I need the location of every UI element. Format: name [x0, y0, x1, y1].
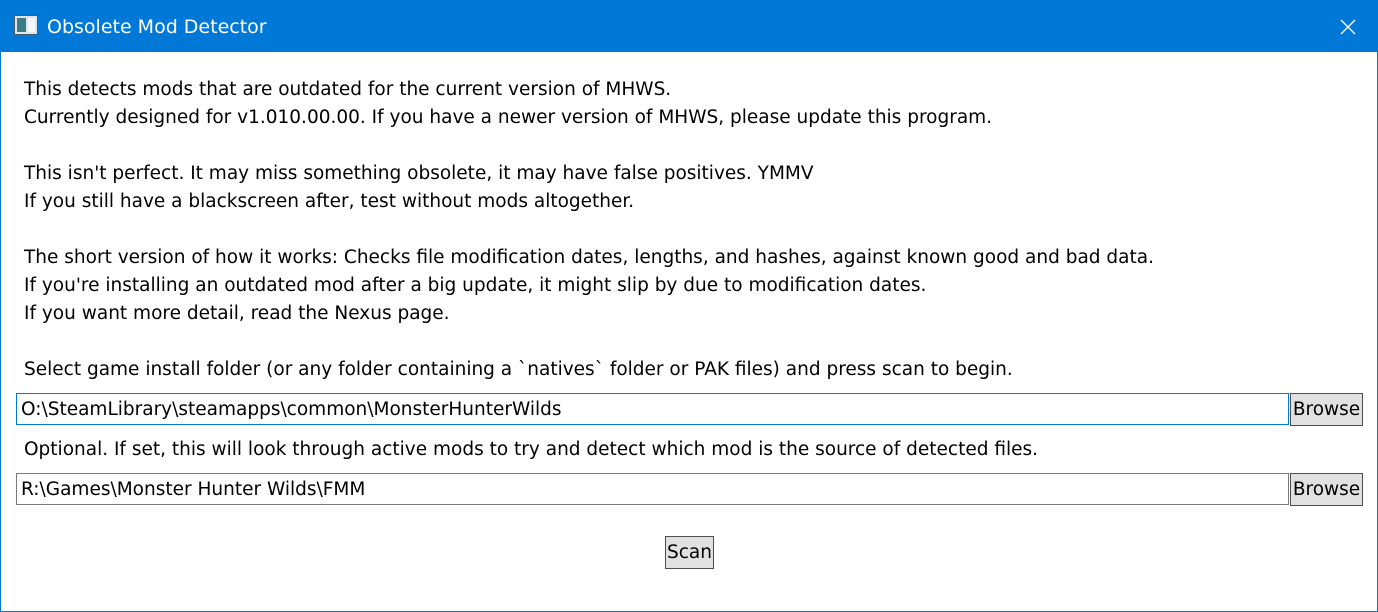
scan-button[interactable]: Scan — [665, 536, 714, 569]
description-line-3: This isn't perfect. It may miss somethin… — [24, 163, 814, 184]
game-folder-input[interactable] — [16, 393, 1289, 425]
mods-folder-label: Optional. If set, this will look through… — [24, 439, 1039, 460]
window-title: Obsolete Mod Detector — [47, 16, 267, 38]
content-area: This detects mods that are outdated for … — [1, 52, 1377, 611]
main-window: Obsolete Mod Detector This detects mods … — [0, 0, 1378, 612]
description-line-2: Currently designed for v1.010.00.00. If … — [24, 107, 993, 128]
game-folder-label: Select game install folder (or any folde… — [24, 359, 1013, 380]
description-line-4: If you still have a blackscreen after, t… — [24, 191, 635, 212]
close-icon — [1340, 19, 1356, 35]
description-line-5: The short version of how it works: Check… — [24, 247, 1154, 268]
game-folder-browse-button[interactable]: Browse — [1290, 393, 1363, 426]
mods-folder-input[interactable] — [16, 473, 1289, 505]
close-button[interactable] — [1319, 3, 1377, 51]
description-line-6: If you're installing an outdated mod aft… — [24, 275, 927, 296]
description-line-7: If you want more detail, read the Nexus … — [24, 303, 450, 324]
description-line-1: This detects mods that are outdated for … — [24, 79, 672, 100]
mods-folder-browse-button[interactable]: Browse — [1290, 473, 1363, 506]
title-bar[interactable]: Obsolete Mod Detector — [1, 1, 1377, 52]
app-window-icon — [14, 15, 38, 35]
